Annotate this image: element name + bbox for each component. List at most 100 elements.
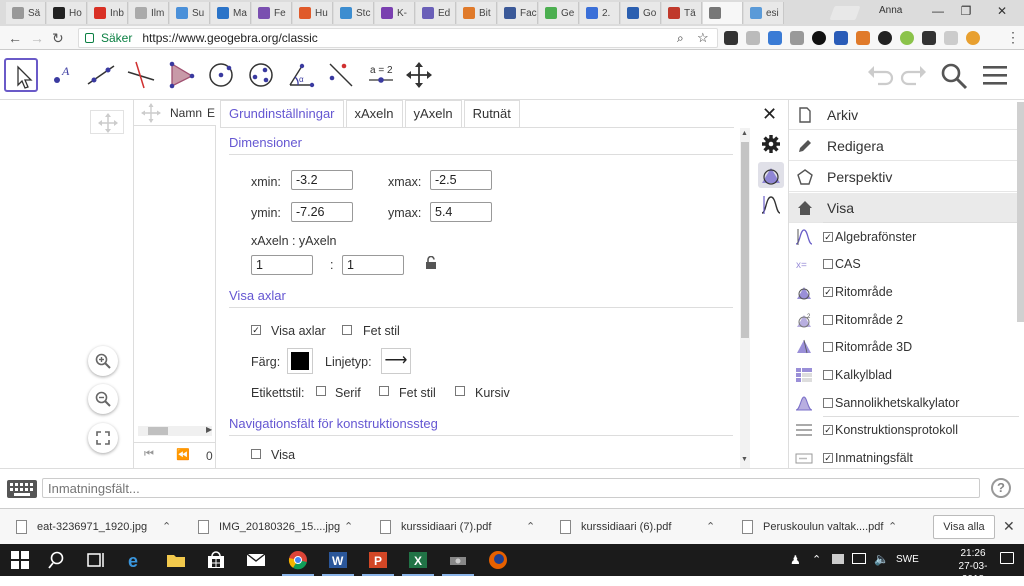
- download-item[interactable]: kurssidiaari (6).pdf: [560, 517, 671, 537]
- zoom-out-button[interactable]: [88, 384, 118, 414]
- extension-icon[interactable]: [812, 31, 826, 45]
- menu-view[interactable]: Visa: [789, 193, 1024, 223]
- close-settings-icon[interactable]: ✕: [762, 104, 777, 125]
- drag-handle-icon[interactable]: [140, 102, 162, 127]
- view-checkbox[interactable]: ✓: [823, 453, 833, 464]
- line-tool-button[interactable]: [84, 58, 118, 92]
- extension-icon[interactable]: [856, 31, 870, 45]
- menu-edit[interactable]: Redigera: [789, 131, 1024, 161]
- view-checkbox[interactable]: [823, 342, 833, 353]
- browser-tab[interactable]: Ge: [539, 2, 579, 24]
- search-icon[interactable]: [48, 550, 68, 570]
- view-drag-handle[interactable]: [90, 110, 124, 134]
- new-tab-button[interactable]: [829, 6, 861, 20]
- browser-tab[interactable]: Fac: [498, 2, 538, 24]
- zoom-in-button[interactable]: [88, 346, 118, 376]
- view-checkbox[interactable]: ✓: [823, 425, 833, 436]
- browser-tab[interactable]: Hu: [293, 2, 333, 24]
- algebra-input-field[interactable]: [42, 478, 980, 498]
- browser-tab[interactable]: Su: [170, 2, 210, 24]
- algebra-settings-icon[interactable]: [760, 194, 782, 219]
- download-options-icon[interactable]: ⌃: [526, 520, 535, 533]
- tab-grid[interactable]: Rutnät: [463, 100, 520, 128]
- redo-icon[interactable]: [900, 62, 928, 89]
- gear-icon[interactable]: [761, 134, 781, 157]
- linetype-button[interactable]: ⟶: [381, 348, 411, 374]
- extension-icon[interactable]: [966, 31, 980, 45]
- firefox-icon[interactable]: [488, 550, 508, 570]
- browser-tab[interactable]: Bit: [457, 2, 497, 24]
- xmin-input[interactable]: [291, 170, 353, 190]
- extension-icon[interactable]: [944, 31, 958, 45]
- hamburger-menu-icon[interactable]: [982, 64, 1008, 89]
- download-item[interactable]: Peruskoulun valtak....pdf: [742, 517, 883, 537]
- extension-icon[interactable]: [790, 31, 804, 45]
- reflect-tool-button[interactable]: [324, 58, 358, 92]
- browser-tab[interactable]: Ilm: [129, 2, 169, 24]
- forward-icon[interactable]: →: [30, 30, 44, 46]
- browser-tab[interactable]: K-: [375, 2, 415, 24]
- powerpoint-icon[interactable]: P: [362, 550, 394, 576]
- view-menu-item[interactable]: 2 Ritområde 2: [789, 306, 1019, 333]
- circle-tool-button[interactable]: [204, 58, 238, 92]
- scroll-down-icon[interactable]: ▼: [741, 456, 748, 463]
- menu-scrollbar[interactable]: [1017, 102, 1024, 322]
- ellipse-tool-button[interactable]: [244, 58, 278, 92]
- nav-show-checkbox[interactable]: [251, 449, 261, 459]
- people-icon[interactable]: ♟: [790, 553, 801, 567]
- menu-perspectives[interactable]: Perspektiv: [789, 162, 1024, 192]
- bold-label-checkbox[interactable]: [379, 386, 389, 396]
- view-menu-item[interactable]: Sannolikhetskalkylator: [789, 389, 1019, 416]
- xmax-input[interactable]: [430, 170, 492, 190]
- ymax-input[interactable]: [430, 202, 492, 222]
- zoom-magnifier-icon[interactable]: ⌕: [677, 31, 684, 46]
- close-window-icon[interactable]: ✕: [992, 4, 1012, 20]
- view-menu-item[interactable]: ✓ Algebrafönster: [789, 223, 1019, 250]
- browser-tab[interactable]: Ed: [416, 2, 456, 24]
- browser-tab[interactable]: Sä: [6, 2, 46, 24]
- first-step-icon[interactable]: ⏮: [144, 448, 154, 461]
- browser-tab[interactable]: Fe: [252, 2, 292, 24]
- angle-tool-button[interactable]: α: [284, 58, 318, 92]
- settings-vertical-scrollbar[interactable]: ▲ ▼: [740, 128, 750, 468]
- extension-icon[interactable]: [878, 31, 892, 45]
- minimize-icon[interactable]: —: [928, 4, 948, 20]
- view-checkbox[interactable]: [823, 259, 833, 270]
- ratio-y-input[interactable]: [342, 255, 404, 275]
- polygon-tool-button[interactable]: [164, 58, 198, 92]
- fullscreen-button[interactable]: [88, 423, 118, 453]
- back-icon[interactable]: ←: [8, 30, 22, 46]
- view-checkbox[interactable]: ✓: [823, 231, 833, 242]
- browser-tab[interactable]: Inb: [88, 2, 128, 24]
- system-clock[interactable]: 21:26 27-03-2018: [950, 547, 996, 586]
- volume-icon[interactable]: 🔈: [874, 552, 889, 566]
- edge-icon[interactable]: e: [126, 550, 146, 571]
- serif-checkbox[interactable]: [316, 386, 326, 396]
- previous-step-icon[interactable]: ⏪: [176, 448, 190, 461]
- unlock-icon[interactable]: [424, 255, 438, 273]
- store-icon[interactable]: [206, 550, 226, 570]
- view-checkbox[interactable]: [823, 370, 833, 380]
- browser-tab[interactable]: Ma: [211, 2, 251, 24]
- browser-menu-icon[interactable]: ⋮: [1006, 29, 1020, 46]
- app-icon[interactable]: [442, 550, 474, 576]
- tray-app-icon[interactable]: [832, 554, 844, 564]
- excel-icon[interactable]: X: [402, 550, 434, 576]
- file-explorer-icon[interactable]: [166, 550, 186, 570]
- browser-tab[interactable]: [703, 2, 743, 24]
- scroll-right-icon[interactable]: ▶: [206, 425, 212, 434]
- scroll-up-icon[interactable]: ▲: [741, 130, 748, 137]
- move-view-tool-button[interactable]: [402, 58, 436, 92]
- column-header-e[interactable]: E: [207, 106, 215, 120]
- view-menu-item[interactable]: ✓ Ritområde: [789, 278, 1019, 305]
- input-language[interactable]: SWE: [896, 554, 919, 565]
- url-field[interactable]: Säker https://www.geogebra.org/classic ⌕…: [78, 28, 718, 48]
- view-menu-item[interactable]: x= CAS: [789, 251, 1019, 278]
- scrollbar-thumb[interactable]: [148, 427, 168, 435]
- perpendicular-line-tool-button[interactable]: [124, 58, 158, 92]
- tab-xaxis[interactable]: xAxeln: [345, 100, 403, 128]
- view-menu-item[interactable]: Kalkylblad: [789, 362, 1019, 389]
- browser-tab[interactable]: 2.: [580, 2, 620, 24]
- download-options-icon[interactable]: ⌃: [706, 520, 715, 533]
- extension-icon[interactable]: [768, 31, 782, 45]
